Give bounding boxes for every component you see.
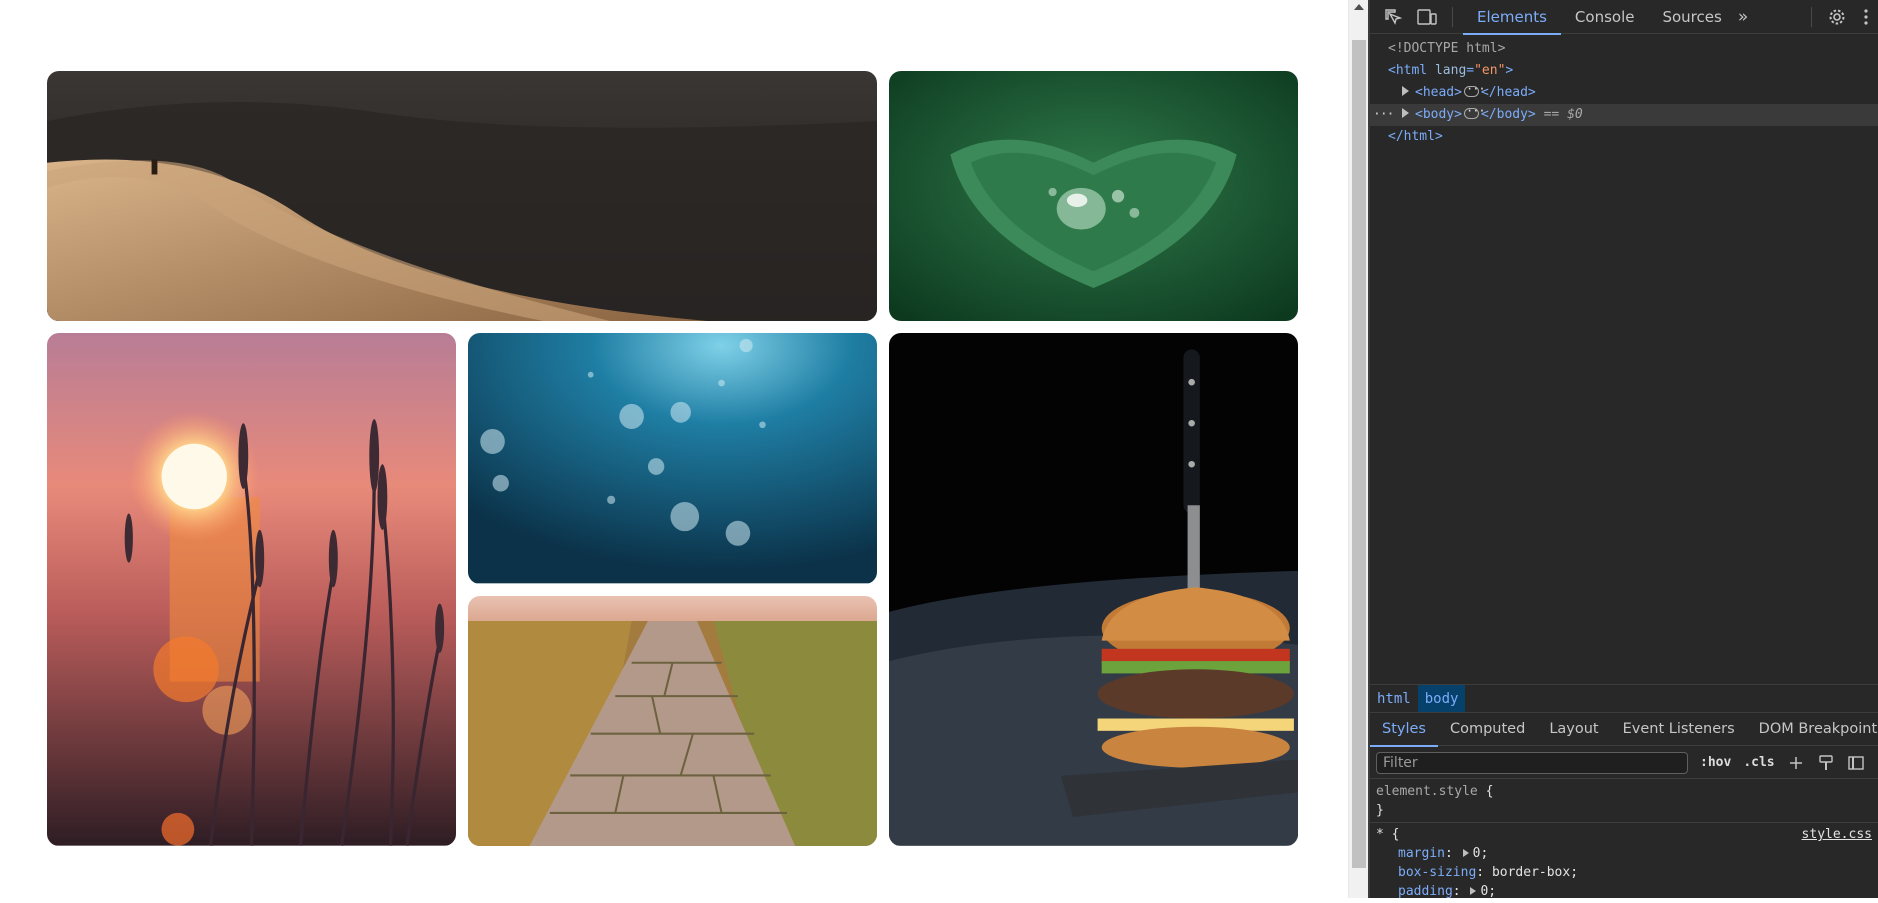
more-tabs-chevron-icon[interactable]: » [1738, 7, 1748, 27]
property-name: padding [1398, 884, 1453, 899]
breadcrumb-html[interactable]: html [1370, 685, 1418, 713]
style-declaration-box-sizing[interactable]: box-sizing: border-box; [1376, 863, 1872, 882]
styles-subtabs: Styles Computed Layout Event Listeners D… [1370, 712, 1878, 747]
device-toolbar-icon[interactable] [1416, 6, 1438, 28]
body-close-tag: </body> [1480, 107, 1536, 122]
subtab-event-listeners[interactable]: Event Listeners [1611, 712, 1747, 746]
more-options-kebab-icon[interactable] [1862, 6, 1870, 28]
head-open-tag: <head> [1415, 85, 1462, 100]
gallery-image-leaf-droplet[interactable] [889, 71, 1298, 322]
html-attr-name: lang [1434, 63, 1467, 78]
open-brace: { [1485, 784, 1494, 799]
universal-style-rule[interactable]: * { style.css margin: 0; box-sizing: bor… [1370, 822, 1878, 903]
inspect-element-icon[interactable] [1382, 6, 1404, 28]
collapsed-ellipsis-icon[interactable] [1463, 78, 1485, 100]
dom-html-open-line[interactable]: <html lang="en"> [1370, 60, 1878, 82]
property-value[interactable]: 0 [1480, 884, 1488, 899]
dom-head-line[interactable]: <head> </head> [1370, 78, 1878, 104]
styles-pane: element.style { } * { style.css margin: … [1370, 780, 1878, 903]
html-close-tag: </html> [1388, 129, 1443, 144]
tab-console[interactable]: Console [1561, 0, 1649, 34]
html-open-tag: <html [1388, 63, 1428, 78]
web-page [0, 0, 1348, 898]
image-gallery [47, 71, 1298, 846]
node-actions-dots-icon[interactable]: ··· [1373, 104, 1395, 126]
expand-triangle-icon[interactable] [1402, 86, 1409, 96]
html-open-end: > [1505, 63, 1514, 78]
body-open-tag: <body> [1415, 107, 1462, 122]
tab-elements[interactable]: Elements [1463, 0, 1561, 35]
dom-body-line-selected[interactable]: ··· <body> </body> == $0 [1370, 100, 1878, 126]
subtab-dom-breakpoints[interactable]: DOM Breakpoints [1747, 712, 1878, 746]
gallery-image-sunset-grass[interactable] [47, 333, 456, 846]
dom-tree: <!DOCTYPE html> <html lang="en"> <head><… [1370, 34, 1878, 682]
toolbar-divider [1452, 6, 1453, 27]
page-scrollbar[interactable] [1348, 0, 1368, 898]
universal-selector: * [1376, 827, 1384, 842]
element-style-rule[interactable]: element.style { } [1370, 780, 1878, 822]
toolbar-divider [1811, 7, 1812, 27]
property-value[interactable]: 0 [1473, 846, 1481, 861]
element-style-selector: element.style [1376, 784, 1478, 799]
open-brace: { [1391, 827, 1400, 842]
selected-node-marker: == $0 [1543, 107, 1583, 122]
devtools-toolbar: Elements Console Sources » [1370, 0, 1878, 35]
gallery-image-desert[interactable] [47, 71, 877, 322]
style-declaration-padding[interactable]: padding: 0; [1376, 882, 1872, 901]
dom-html-close-line[interactable]: </html> [1370, 126, 1878, 148]
property-name: box-sizing [1398, 865, 1477, 880]
toggle-sidebar-icon[interactable] [1847, 754, 1865, 772]
doctype-text: <!DOCTYPE html> [1388, 41, 1506, 56]
gallery-image-burger[interactable] [889, 333, 1298, 846]
gallery-image-underwater[interactable] [468, 333, 877, 584]
settings-gear-icon[interactable] [1826, 6, 1848, 28]
styles-filter-bar: :hov .cls [1370, 747, 1878, 779]
subtab-styles[interactable]: Styles [1370, 712, 1438, 747]
subtab-computed[interactable]: Computed [1438, 712, 1537, 746]
subtab-layout[interactable]: Layout [1537, 712, 1610, 746]
style-declaration-margin[interactable]: margin: 0; [1376, 844, 1872, 863]
property-name: margin [1398, 846, 1445, 861]
expand-triangle-icon[interactable] [1402, 108, 1409, 118]
gallery-image-stone-path[interactable] [468, 595, 877, 846]
new-style-rule-plus-icon[interactable] [1787, 754, 1805, 772]
collapsed-ellipsis-icon[interactable] [1463, 100, 1485, 122]
property-value[interactable]: border-box [1492, 865, 1570, 880]
html-attr-eq: = [1466, 63, 1475, 78]
class-toggle[interactable]: .cls [1743, 755, 1774, 770]
paint-brush-icon[interactable] [1817, 754, 1835, 772]
expand-shorthand-triangle-icon[interactable] [1470, 887, 1477, 895]
close-brace: } [1376, 803, 1384, 818]
style-source-link[interactable]: style.css [1802, 825, 1872, 844]
breadcrumb: html body [1370, 684, 1878, 713]
tab-sources[interactable]: Sources [1648, 0, 1735, 34]
head-close-tag: </head> [1480, 85, 1536, 100]
hover-state-toggle[interactable]: :hov [1700, 755, 1731, 770]
devtools-panel: Elements Console Sources » <!DOCTYPE htm… [1368, 0, 1878, 899]
expand-shorthand-triangle-icon[interactable] [1462, 849, 1469, 857]
scrollbar-thumb[interactable] [1352, 40, 1366, 868]
breadcrumb-body[interactable]: body [1417, 684, 1466, 713]
styles-filter-input[interactable] [1376, 751, 1688, 774]
toolbar-right-actions [1811, 0, 1870, 34]
scroll-up-arrow-icon[interactable] [1354, 4, 1364, 10]
html-attr-value: "en" [1474, 63, 1506, 78]
dom-doctype-line[interactable]: <!DOCTYPE html> [1370, 38, 1878, 60]
